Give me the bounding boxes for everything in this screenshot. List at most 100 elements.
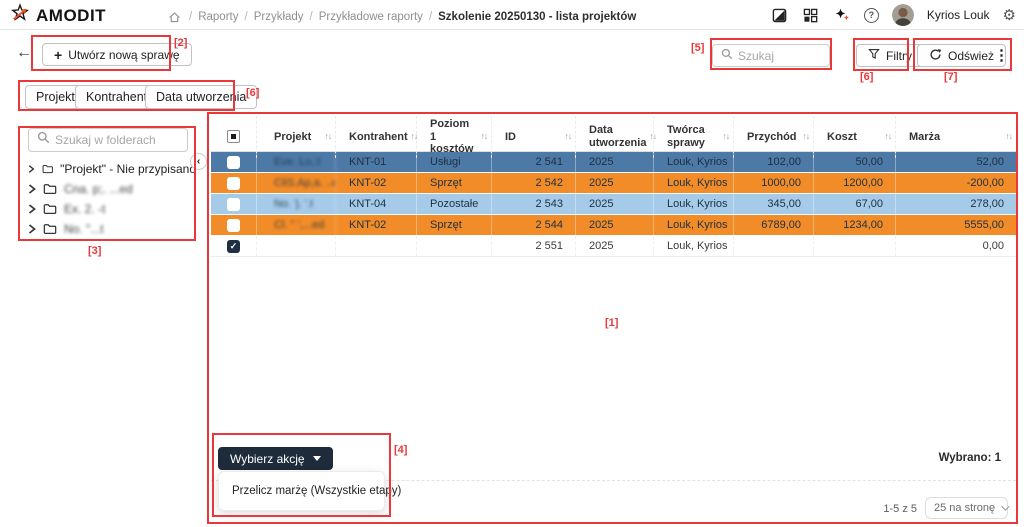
folder-icon — [43, 223, 57, 235]
cell-data-utworzenia: 2025 — [576, 173, 654, 193]
ai-sparkle-icon[interactable] — [833, 6, 851, 24]
table-row[interactable]: Eve. Lu.:t KNT-01 Usługi 2 541 2025 Louk… — [211, 152, 1016, 173]
annotation-label-7: [7] — [944, 71, 957, 83]
page-size-select[interactable]: 25 na stronę — [925, 497, 1008, 519]
cell-data-utworzenia: 2025 — [576, 236, 654, 256]
row-checkbox-checked[interactable]: ✓ — [227, 240, 240, 253]
cell-id: 2 544 — [492, 215, 576, 235]
folder-label-redacted: Ex. 2. -t — [64, 202, 105, 216]
cell-marza: 0,00 — [896, 236, 1016, 256]
cell-tworca: Louk, Kyrios — [654, 152, 734, 172]
breadcrumb-separator: / — [310, 11, 313, 23]
row-checkbox[interactable] — [227, 198, 240, 211]
row-checkbox[interactable] — [227, 156, 240, 169]
folder-search[interactable] — [28, 128, 188, 152]
cell-przychod: 6789,00 — [734, 215, 814, 235]
column-label: Kontrahent — [349, 131, 408, 144]
choose-action-button[interactable]: Wybierz akcję — [218, 447, 333, 470]
home-icon[interactable] — [165, 8, 183, 26]
cell-koszt — [814, 236, 896, 256]
folder-tree: "Projekt" - Nie przypisano Cna. p;. ...e… — [28, 159, 196, 239]
sort-icon[interactable]: ↑↓ — [720, 132, 730, 142]
breadcrumb-item-raporty[interactable]: Raporty — [198, 11, 238, 23]
table-header-row: Projekt↑↓ Kontrahent↑↓ Poziom 1 kosztów↑… — [211, 116, 1016, 152]
folder-search-input[interactable] — [55, 133, 179, 147]
breadcrumb-separator: / — [189, 11, 192, 23]
cell-koszt: 1200,00 — [814, 173, 896, 193]
folder-item-2[interactable]: Cna. p;. ...ed — [28, 179, 196, 199]
row-checkbox[interactable] — [227, 219, 240, 232]
chevron-right-icon — [28, 164, 35, 174]
sort-icon[interactable]: ↑↓ — [800, 132, 810, 142]
folder-item-nie-przypisano[interactable]: "Projekt" - Nie przypisano — [28, 159, 196, 179]
folder-label-redacted: Cna. p;. ...ed — [64, 182, 133, 196]
filters-button[interactable]: Filtry — [856, 44, 924, 67]
cell-poziom: Usługi — [417, 152, 492, 172]
select-all-checkbox[interactable] — [227, 130, 240, 143]
folder-label: "Projekt" - Nie przypisano — [60, 162, 196, 176]
filter-chip-data-utworzenia[interactable]: Data utworzenia — [145, 85, 257, 109]
folder-item-4[interactable]: No. "...t — [28, 219, 196, 239]
row-checkbox[interactable] — [227, 177, 240, 190]
apps-grid-icon[interactable] — [802, 6, 820, 24]
sidebar-collapse-handle[interactable]: ‹ — [190, 153, 207, 170]
cell-id: 2 551 — [492, 236, 576, 256]
help-icon[interactable]: ? — [864, 8, 879, 23]
sort-icon[interactable]: ↑↓ — [882, 132, 892, 142]
cell-poziom: Sprzęt — [417, 173, 492, 193]
caret-down-icon — [313, 456, 321, 461]
amodit-logo[interactable]: AMODIT — [10, 3, 106, 28]
annotation-label-3: [3] — [88, 245, 101, 257]
avatar[interactable] — [892, 4, 914, 26]
cell-kontrahent: KNT-02 — [336, 173, 417, 193]
create-case-button[interactable]: + Utwórz nową sprawę — [42, 43, 192, 66]
table-row-selected[interactable]: ✓ 2 551 2025 Louk, Kyrios 0,00 — [211, 236, 1016, 257]
back-button[interactable]: ← — [16, 44, 32, 62]
topbar: AMODIT / Raporty / Przykłady / Przykłado… — [0, 0, 1024, 30]
cell-id: 2 543 — [492, 194, 576, 214]
breadcrumb-item-przykladowe-raporty[interactable]: Przykładowe raporty — [319, 11, 423, 23]
folder-icon — [42, 163, 54, 175]
table-row[interactable]: No. 'j. '.t KNT-04 Pozostałe 2 543 2025 … — [211, 194, 1016, 215]
sort-icon[interactable]: ↑↓ — [478, 132, 488, 142]
cell-poziom: Pozostałe — [417, 194, 492, 214]
search-icon — [721, 47, 733, 65]
cell-data-utworzenia: 2025 — [576, 194, 654, 214]
cell-tworca: Louk, Kyrios — [654, 236, 734, 256]
cell-kontrahent: KNT-01 — [336, 152, 417, 172]
sort-icon[interactable]: ↑↓ — [408, 132, 418, 142]
column-label: Data utworzenia — [589, 124, 646, 149]
sort-icon[interactable]: ↑↓ — [322, 132, 332, 142]
annotation-label-5: [5] — [691, 42, 704, 54]
annotation-label-4: [4] — [394, 444, 407, 456]
cell-kontrahent — [336, 236, 417, 256]
gear-icon[interactable]: ⚙ — [1003, 8, 1016, 23]
chevron-right-icon — [28, 204, 36, 214]
annotation-label-6-filters: [6] — [860, 71, 873, 83]
breadcrumb-item-przyklady[interactable]: Przykłady — [254, 11, 304, 23]
cell-poziom: Sprzęt — [417, 215, 492, 235]
table-row[interactable]: CliS.Ap,a. ..ed KNT-02 Sprzęt 2 542 2025… — [211, 173, 1016, 194]
column-label: Przychód — [747, 131, 797, 144]
menu-item-przelicz-marze[interactable]: Przelicz marżę (Wszystkie etapy) — [219, 472, 384, 510]
sort-icon[interactable]: ↑↓ — [562, 132, 572, 142]
cell-koszt: 50,00 — [814, 152, 896, 172]
folder-icon — [43, 183, 57, 195]
column-label: Twórca sprawy — [667, 124, 720, 149]
more-options-kebab-icon[interactable]: ⋮ — [994, 44, 1009, 67]
page-size-value: 25 na stronę — [934, 502, 995, 514]
action-dropdown-menu: Przelicz marżę (Wszystkie etapy) — [218, 471, 385, 511]
theme-contrast-icon[interactable] — [771, 6, 789, 24]
search-icon — [37, 131, 50, 149]
refresh-button[interactable]: Odśwież — [917, 44, 1006, 67]
user-name[interactable]: Kyrios Louk — [927, 8, 990, 22]
cell-marza: 5555,00 — [896, 215, 1016, 235]
cell-marza: 278,00 — [896, 194, 1016, 214]
search-input[interactable] — [738, 49, 821, 63]
sort-icon[interactable]: ↑↓ — [1003, 132, 1013, 142]
folder-item-3[interactable]: Ex. 2. -t — [28, 199, 196, 219]
breadcrumb-separator: / — [429, 11, 432, 23]
choose-action-label: Wybierz akcję — [230, 452, 305, 466]
table-row[interactable]: Cl. '' ',...ed KNT-02 Sprzęt 2 544 2025 … — [211, 215, 1016, 236]
table-search[interactable] — [712, 44, 830, 67]
